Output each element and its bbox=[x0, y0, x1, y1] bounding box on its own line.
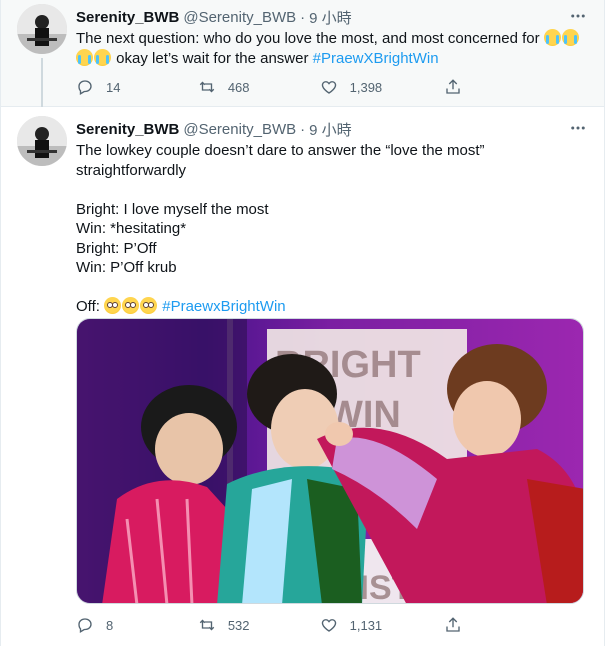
reply-icon bbox=[78, 618, 92, 633]
heart-icon bbox=[321, 81, 336, 94]
loudly-crying-emoji bbox=[561, 29, 579, 46]
flushed-face-emoji bbox=[104, 297, 122, 314]
tweet-text-line: The lowkey couple doesn’t dare to answer… bbox=[76, 142, 485, 159]
avatar[interactable] bbox=[17, 4, 67, 54]
retweet-button[interactable]: 468 bbox=[198, 78, 258, 96]
tweet-text-line: Bright: I love myself the most bbox=[76, 200, 269, 218]
retweet-count: 468 bbox=[227, 79, 250, 95]
user-handle[interactable]: @Serenity_BWB bbox=[183, 9, 296, 26]
hashtag-link[interactable]: #PraewxBrightWin bbox=[162, 298, 285, 315]
timeline: Serenity_BWB @Serenity_BWB · 9 小時 The ne… bbox=[0, 0, 605, 646]
retweet-button[interactable]: 532 bbox=[198, 616, 258, 634]
share-button[interactable] bbox=[444, 616, 504, 634]
share-icon bbox=[446, 79, 460, 94]
timestamp[interactable]: 9 小時 bbox=[309, 119, 352, 140]
separator-dot: · bbox=[300, 121, 306, 138]
heart-icon bbox=[321, 619, 336, 632]
more-horizontal-icon[interactable] bbox=[568, 118, 588, 138]
retweet-icon bbox=[199, 81, 215, 93]
reply-count: 8 bbox=[106, 617, 114, 633]
reply-button[interactable]: 8 bbox=[76, 616, 136, 634]
like-count: 1,398 bbox=[349, 79, 383, 95]
tweet-header: Serenity_BWB @Serenity_BWB · 9 小時 bbox=[76, 119, 352, 140]
like-count: 1,131 bbox=[349, 617, 383, 633]
tweet-text-line: Win: P’Off krub bbox=[76, 259, 177, 276]
tweet-text: The lowkey couple doesn’t dare to answer… bbox=[76, 141, 584, 317]
stage-photo: BRIGHT WIN RIST bbox=[77, 319, 583, 603]
tweet-header: Serenity_BWB @Serenity_BWB · 9 小時 bbox=[76, 7, 352, 28]
loudly-crying-emoji bbox=[94, 48, 111, 66]
more-horizontal-icon[interactable] bbox=[568, 6, 588, 26]
tweet-text-line: straightforwardly bbox=[76, 161, 187, 179]
tweet-1[interactable]: Serenity_BWB @Serenity_BWB · 9 小時 The ne… bbox=[1, 0, 604, 114]
reply-button[interactable]: 14 bbox=[76, 78, 136, 96]
tweet-actions: 8 532 1,131 bbox=[76, 616, 504, 634]
flushed-face-emoji bbox=[140, 297, 158, 314]
display-name[interactable]: Serenity_BWB bbox=[76, 9, 179, 26]
share-button[interactable] bbox=[444, 78, 504, 96]
tweet-text-line: Bright: P’Off bbox=[76, 239, 157, 257]
reply-icon bbox=[78, 80, 92, 95]
hashtag-link[interactable]: #PraewXBrightWin bbox=[313, 50, 439, 67]
share-icon bbox=[446, 617, 460, 632]
tweet-text-line: Win: *hesitating* bbox=[76, 220, 187, 237]
tweet-text-line: The next question: who do you love the m… bbox=[76, 30, 544, 47]
tweet-media-photo[interactable]: BRIGHT WIN RIST bbox=[76, 318, 584, 604]
like-button[interactable]: 1,131 bbox=[320, 616, 383, 634]
tweet-text: The next question: who do you love the m… bbox=[76, 29, 584, 68]
display-name[interactable]: Serenity_BWB bbox=[76, 121, 179, 138]
avatar[interactable] bbox=[17, 116, 67, 166]
loudly-crying-emoji bbox=[76, 48, 93, 66]
tweet-text-line: Off: bbox=[76, 298, 105, 315]
timestamp[interactable]: 9 小時 bbox=[309, 7, 352, 28]
reply-count: 14 bbox=[106, 79, 121, 95]
separator-dot: · bbox=[300, 9, 306, 26]
tweet-actions: 14 468 1,398 bbox=[76, 78, 504, 96]
tweet-text-line: okay let’s wait for the answer bbox=[112, 49, 313, 67]
retweet-count: 532 bbox=[227, 617, 250, 633]
retweet-icon bbox=[199, 619, 215, 631]
flushed-face-emoji bbox=[122, 297, 140, 314]
user-handle[interactable]: @Serenity_BWB bbox=[183, 121, 296, 138]
loudly-crying-emoji bbox=[543, 29, 561, 46]
like-button[interactable]: 1,398 bbox=[320, 78, 383, 96]
thread-connector bbox=[41, 58, 43, 114]
